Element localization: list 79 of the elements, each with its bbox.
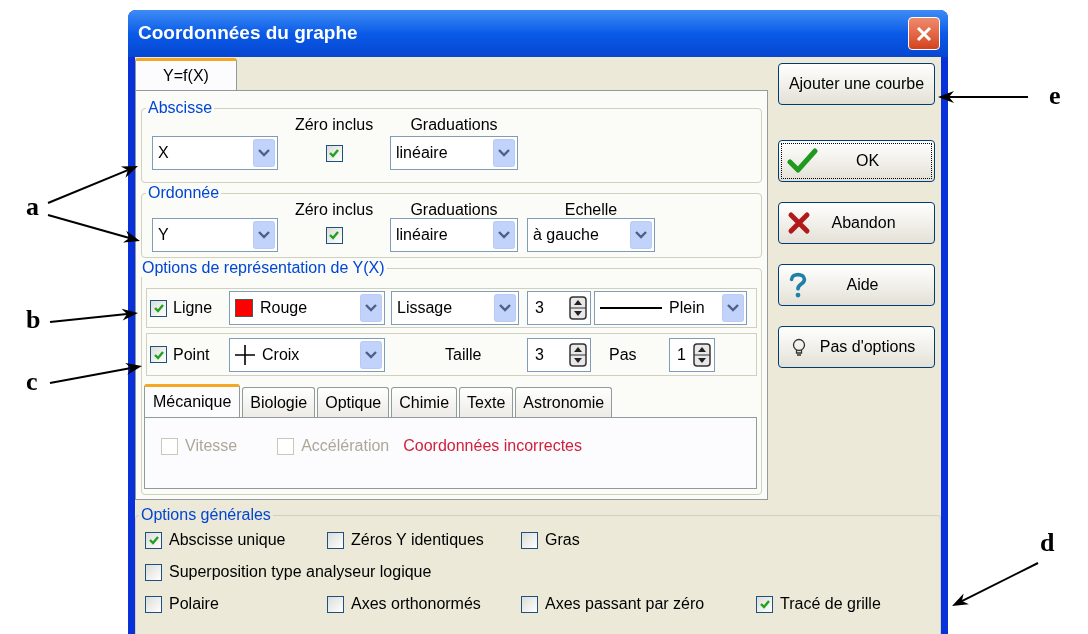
chevron-down-icon[interactable] <box>493 139 515 167</box>
checkbox[interactable] <box>521 531 538 549</box>
checkbox-label: Axes passant par zéro <box>545 594 705 614</box>
checkbox-label: Accélération <box>301 436 390 456</box>
dropdown[interactable]: Lissage <box>391 291 519 325</box>
chevron-down-icon[interactable] <box>253 139 275 167</box>
field-label: Pas <box>609 344 638 365</box>
dropdown[interactable]: Y <box>152 218 278 252</box>
checkbox-label: Polaire <box>169 594 219 614</box>
group-label: Options de représentation de Y(X) <box>141 259 386 277</box>
dropdown[interactable]: X <box>152 136 278 170</box>
checkbox[interactable] <box>327 595 344 613</box>
checkbox-label: Abscisse unique <box>169 530 286 550</box>
tab[interactable]: Texte <box>459 387 514 417</box>
lightbulb-icon <box>791 337 807 357</box>
group-label: Ordonnée <box>147 184 221 202</box>
callout-letter: b <box>26 306 41 334</box>
tab[interactable]: Biologie <box>242 387 316 417</box>
callout-letter: d <box>1040 529 1055 557</box>
field-label: Zéro inclus <box>294 115 374 135</box>
checkbox-label: Zéros Y identiques <box>351 530 484 550</box>
dialog-button[interactable]: Ajouter une courbe <box>778 63 935 105</box>
checkbox[interactable] <box>145 563 162 581</box>
field-label: Echelle <box>564 200 618 220</box>
tab[interactable]: Y=f(X) <box>135 58 237 90</box>
close-icon[interactable] <box>915 24 933 43</box>
window-title: Coordonnées du graphe <box>138 21 358 46</box>
field-label: Taille <box>445 344 483 365</box>
dialog-button[interactable]: Aide <box>778 264 935 306</box>
group-label: Options générales <box>140 506 272 524</box>
chevron-down-icon[interactable] <box>722 294 744 322</box>
checkbox-label: Point <box>173 344 211 365</box>
spin-arrows-icon[interactable] <box>693 342 711 367</box>
close-icon <box>787 211 811 235</box>
field-label: Graduations <box>410 200 498 220</box>
checkbox-label: Gras <box>545 530 580 550</box>
dialog-button[interactable]: Pas d'options <box>778 326 935 368</box>
checkbox-label: Vitesse <box>185 436 238 456</box>
chevron-down-icon[interactable] <box>360 340 382 369</box>
dropdown[interactable]: Rouge <box>229 291 385 325</box>
dialog-button[interactable]: Abandon <box>778 202 935 244</box>
spin-arrows-icon[interactable] <box>569 342 587 367</box>
dropdown[interactable]: Croix <box>229 337 385 372</box>
dialog-button[interactable]: OK <box>778 140 935 182</box>
chevron-down-icon[interactable] <box>630 221 652 249</box>
checkbox-label: Tracé de grille <box>780 594 881 614</box>
number-spinner[interactable]: 3 <box>527 337 591 372</box>
chevron-down-icon[interactable] <box>253 221 275 249</box>
checkbox-label: Axes orthonormés <box>351 594 481 614</box>
close-button[interactable] <box>908 17 940 50</box>
chevron-down-icon[interactable] <box>493 221 515 249</box>
dropdown[interactable]: linéaire <box>390 218 518 252</box>
error-message: Coordonnées incorrectes <box>403 436 582 456</box>
checkbox[interactable] <box>521 595 538 613</box>
number-spinner[interactable]: 1 <box>669 337 715 372</box>
tab[interactable]: Astronomie <box>515 387 613 417</box>
number-spinner[interactable]: 3 <box>527 291 591 325</box>
help-icon <box>787 270 809 300</box>
checkbox[interactable] <box>327 531 344 549</box>
tab[interactable]: Chimie <box>391 387 458 417</box>
check-icon <box>787 147 819 175</box>
dropdown[interactable]: Plein <box>594 291 747 325</box>
tab[interactable]: Optique <box>317 387 390 417</box>
chevron-down-icon[interactable] <box>494 294 516 322</box>
callout-letter: e <box>1049 82 1061 110</box>
callout-letter: a <box>26 193 39 221</box>
callout-letter: c <box>26 368 38 396</box>
dropdown[interactable]: à gauche <box>527 218 655 252</box>
checkbox-label: Superposition type analyseur logique <box>169 562 432 582</box>
checkbox-label: Ligne <box>173 298 214 318</box>
field-label: Zéro inclus <box>294 200 374 220</box>
field-label: Graduations <box>410 115 498 135</box>
checkbox[interactable] <box>145 595 162 613</box>
dropdown[interactable]: linéaire <box>390 136 518 170</box>
group-label: Abscisse <box>147 99 214 117</box>
spin-arrows-icon[interactable] <box>569 296 587 320</box>
chevron-down-icon[interactable] <box>360 294 382 322</box>
cross-icon <box>235 344 255 365</box>
tab[interactable]: Mécanique <box>144 384 241 417</box>
